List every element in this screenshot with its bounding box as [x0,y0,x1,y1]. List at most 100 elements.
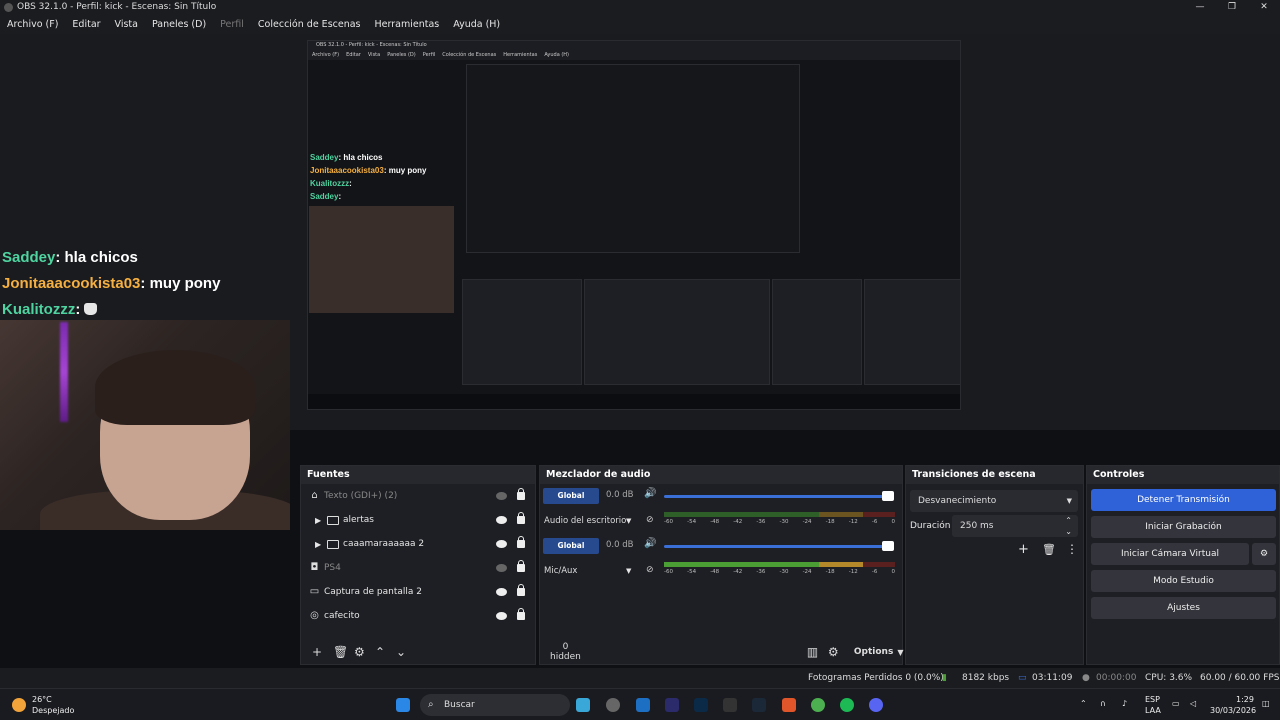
options-button[interactable]: Options [854,647,893,657]
virtual-camera-settings-button[interactable]: ⚙ [1252,543,1276,565]
global-badge[interactable]: Global [543,488,599,504]
nested-sources-panel [462,279,582,385]
search-box[interactable]: ⌕ Buscar [420,694,570,716]
photoshop-icon[interactable] [694,698,708,712]
lock-toggle[interactable] [517,584,525,596]
options-dropdown-icon[interactable]: ▼ [897,648,903,657]
add-transition-button[interactable]: + [1018,542,1029,557]
led-strip [60,322,68,422]
chat-message: Jonitaaacookista03: muy pony [2,275,221,292]
lock-toggle[interactable] [517,560,525,572]
layout-toggle-icon[interactable]: ▥ [807,645,818,659]
mic-icon[interactable]: ♪ [1122,699,1127,708]
steam-icon[interactable] [752,698,766,712]
decrement-icon[interactable]: ⌄ [1065,521,1072,543]
duration-label: Duración [910,521,951,531]
spotify-icon[interactable] [840,698,854,712]
close-button[interactable]: ✕ [1248,0,1280,14]
visibility-toggle[interactable] [496,612,507,620]
source-properties-button[interactable]: ⚙ [354,645,365,659]
clock-time[interactable]: 1:29 [1236,695,1254,704]
start-recording-button[interactable]: Iniciar Grabación [1091,516,1276,538]
speaker-icon[interactable]: 🔊 [644,488,656,499]
bitrate: 8182 kbps [962,673,1010,683]
epic-games-icon[interactable] [723,698,737,712]
headphones-icon[interactable]: ⊘ [646,515,654,525]
notification-icon[interactable]: ◫ [1262,699,1270,708]
clock-date[interactable]: 30/03/2026 [1210,706,1256,715]
source-item[interactable]: ⌂ Texto (GDI+) (2) [301,484,535,508]
duration-spinbox[interactable]: 250 ms ⌃ ⌄ [952,515,1078,537]
menu-scene-collection[interactable]: Colección de Escenas [258,19,361,30]
discord-icon[interactable] [869,698,883,712]
sources-header: Fuentes [301,466,535,484]
lock-toggle[interactable] [517,608,525,620]
visibility-toggle[interactable] [496,516,507,524]
source-item[interactable]: ◘ PS4 [301,556,535,580]
volume-knob[interactable] [882,491,894,501]
headset-icon[interactable]: ∩ [1100,699,1106,708]
advanced-audio-icon[interactable]: ⚙ [828,645,839,659]
network-icon[interactable]: ▭ [1172,699,1180,708]
obs-taskbar-icon[interactable] [606,698,620,712]
source-item[interactable]: ◎ cafecito [301,604,535,628]
source-item[interactable]: ▶ caaamaraaaaaa 2 [301,532,535,556]
lock-toggle[interactable] [517,488,525,500]
expand-icon[interactable]: ▶ [315,540,323,549]
chevron-down-icon[interactable]: ▼ [626,567,631,575]
menu-tools[interactable]: Herramientas [375,19,440,30]
remove-transition-button[interactable]: 🗑 [1042,543,1056,556]
lock-toggle[interactable] [517,536,525,548]
volume-slider[interactable] [664,541,894,551]
source-item[interactable]: ▶ alertas [301,508,535,532]
tray-chevron-icon[interactable]: ⌃ [1080,699,1087,708]
transition-select[interactable]: Desvanecimiento ▼ [910,490,1078,512]
weather-icon[interactable] [12,698,26,712]
volume-icon[interactable]: ◁ [1190,699,1196,708]
visibility-toggle[interactable] [496,588,507,596]
studio-mode-button[interactable]: Modo Estudio [1091,570,1276,592]
start-virtual-camera-button[interactable]: Iniciar Cámara Virtual [1091,543,1249,565]
settings-button[interactable]: Ajustes [1091,597,1276,619]
maximize-button[interactable]: ❐ [1216,0,1248,14]
menu-help[interactable]: Ayuda (H) [453,19,500,30]
add-source-button[interactable]: + [312,645,322,659]
start-button[interactable] [396,698,410,712]
source-item[interactable]: ▭ Captura de pantalla 2 [301,580,535,604]
headphones-icon[interactable]: ⊘ [646,565,654,575]
menu-file[interactable]: Archivo (F) [7,19,58,30]
volume-slider[interactable] [664,491,894,501]
language-code[interactable]: ESP [1145,695,1160,704]
preview-canvas[interactable]: OBS 32.1.0 - Perfil: kick - Escenas: Sin… [0,34,1280,530]
menu-docks[interactable]: Paneles (D) [152,19,206,30]
visibility-toggle[interactable] [496,492,507,500]
menu-edit[interactable]: Editar [72,19,100,30]
nested-screen-capture [466,64,800,253]
more-options-icon[interactable]: ⋮ [1066,542,1078,556]
search-icon: ⌕ [428,699,434,710]
global-badge[interactable]: Global [543,538,599,554]
menu-view[interactable]: Vista [115,19,138,30]
visibility-toggle[interactable] [496,564,507,572]
lock-toggle[interactable] [517,512,525,524]
move-up-button[interactable]: ⌃ [375,645,385,659]
menu-profile[interactable]: Perfil [220,19,244,30]
minimize-button[interactable]: — [1184,0,1216,14]
chrome-icon[interactable] [811,698,825,712]
keyboard-layout[interactable]: LAA [1145,706,1161,715]
signal-icon: ▮ [942,673,947,683]
expand-icon[interactable]: ▶ [315,516,323,525]
move-down-button[interactable]: ⌄ [396,645,406,659]
visibility-toggle[interactable] [496,540,507,548]
mixer-toolbar: 0 hidden ▥ ⚙ Options ▼ [540,640,903,664]
stop-streaming-button[interactable]: Detener Transmisión [1091,489,1276,511]
chevron-down-icon[interactable]: ▼ [626,517,631,525]
nested-obs-preview: OBS 32.1.0 - Perfil: kick - Escenas: Sin… [307,40,961,410]
app-icon[interactable] [636,698,650,712]
premiere-icon[interactable] [665,698,679,712]
taskview-icon[interactable] [576,698,590,712]
brave-icon[interactable] [782,698,796,712]
remove-source-button[interactable]: 🗑 [333,645,348,659]
volume-knob[interactable] [882,541,894,551]
speaker-icon[interactable]: 🔊 [644,538,656,549]
